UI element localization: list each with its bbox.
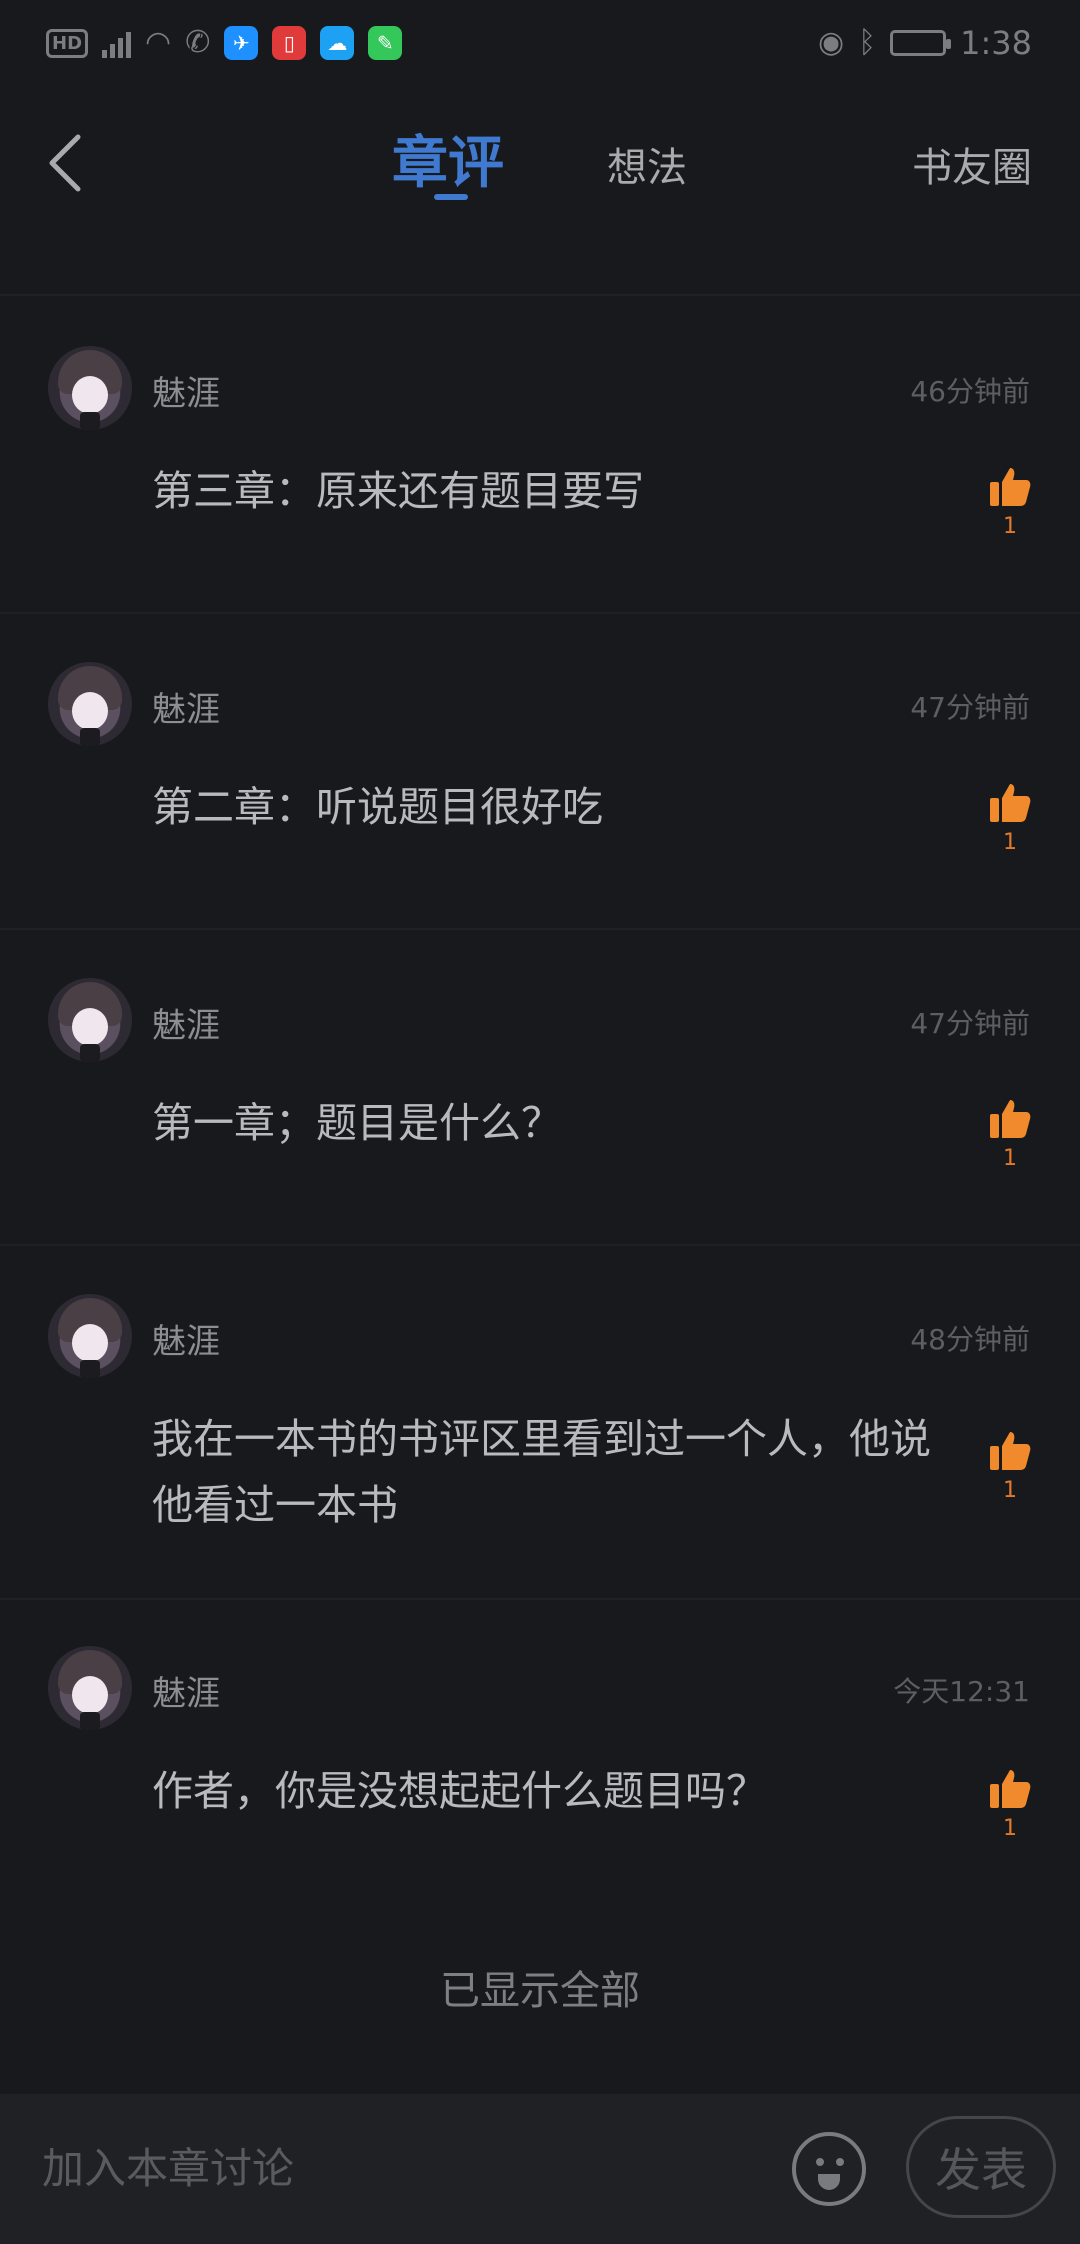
comment-text[interactable]: 第三章：原来还有题目要写 (152, 458, 962, 524)
wifi-icon: ◠ (145, 25, 172, 60)
app-icon-cloud: ☁ (320, 26, 355, 60)
post-button[interactable]: 发表 (906, 2116, 1056, 2218)
comment-item: 魅涯 47分钟前 第二章：听说题目很好吃 1 (0, 612, 1080, 928)
like-count: 1 (1003, 514, 1017, 539)
thumbs-up-icon (990, 1100, 1031, 1138)
comment-username[interactable]: 魅涯 (152, 366, 220, 415)
comment-text[interactable]: 作者，你是没想起起什么题目吗？ (152, 1758, 962, 1824)
back-arrow-icon (49, 134, 81, 192)
comment-text[interactable]: 第二章：听说题目很好吃 (152, 774, 962, 840)
eye-comfort-icon: ◉ (817, 25, 845, 60)
comment-time: 47分钟前 (910, 1007, 1030, 1040)
book-friends-link[interactable]: 书友圈 (912, 130, 1032, 206)
active-tab-indicator (434, 194, 468, 200)
comment-username[interactable]: 魅涯 (152, 1666, 220, 1715)
header: 章评 想法 书友圈 (0, 86, 1080, 292)
status-time: 1:38 (960, 24, 1032, 62)
back-button[interactable] (36, 124, 92, 202)
like-button[interactable]: 1 (986, 1768, 1034, 1841)
avatar[interactable] (48, 1294, 132, 1378)
discussion-input[interactable]: 加入本章讨论 (42, 2134, 742, 2204)
comment-username[interactable]: 魅涯 (152, 682, 220, 731)
comment-username[interactable]: 魅涯 (152, 998, 220, 1047)
thumbs-up-icon (990, 468, 1031, 506)
bottom-bar: 加入本章讨论 发表 (0, 2094, 1080, 2244)
like-count: 1 (1003, 830, 1017, 855)
comment-time: 48分钟前 (910, 1323, 1030, 1356)
comment-time: 今天12:31 (893, 1675, 1030, 1708)
comment-time: 47分钟前 (910, 691, 1030, 724)
comment-item: 魅涯 48分钟前 我在一本书的书评区里看到过一个人，他说他看过一本书 1 (0, 1244, 1080, 1598)
like-button[interactable]: 1 (986, 1098, 1034, 1171)
avatar[interactable] (48, 346, 132, 430)
avatar[interactable] (48, 1646, 132, 1730)
app-icon-green-broom: ✎ (368, 26, 403, 60)
missed-call-icon: ✆ (185, 25, 211, 60)
status-bar: HD ◠ ✆ ✈ ▯ ☁ ✎ ◉ ᛒ 1:38 (0, 0, 1080, 86)
bluetooth-icon: ᛒ (858, 25, 877, 60)
thumbs-up-icon (990, 1432, 1031, 1470)
comment-item: 魅涯 47分钟前 第一章；题目是什么？ 1 (0, 928, 1080, 1244)
all-shown-label: 已显示全部 (440, 1968, 640, 2014)
like-button[interactable]: 1 (986, 1430, 1034, 1503)
comment-username[interactable]: 魅涯 (152, 1314, 220, 1363)
like-count: 1 (1003, 1146, 1017, 1171)
app-icon-blue-plane: ✈ (224, 26, 259, 60)
avatar[interactable] (48, 662, 132, 746)
comment-item: 魅涯 46分钟前 第三章：原来还有题目要写 1 (0, 294, 1080, 612)
app-icon-red-book: ▯ (272, 26, 307, 60)
hd-indicator: HD (46, 28, 89, 58)
like-count: 1 (1003, 1478, 1017, 1503)
like-button[interactable]: 1 (986, 466, 1034, 539)
signal-icon (102, 28, 132, 58)
tab-thoughts[interactable]: 想法 (607, 130, 687, 206)
comment-item: 魅涯 今天12:31 作者，你是没想起起什么题目吗？ 1 (0, 1598, 1080, 1916)
battery-icon (890, 30, 952, 56)
status-right: ◉ ᛒ 1:38 (818, 24, 1032, 62)
thumbs-up-icon (990, 784, 1031, 822)
comment-text[interactable]: 我在一本书的书评区里看到过一个人，他说他看过一本书 (152, 1406, 962, 1538)
like-button[interactable]: 1 (986, 782, 1034, 855)
avatar[interactable] (48, 978, 132, 1062)
like-count: 1 (1003, 1816, 1017, 1841)
tab-chapter-review[interactable]: 章评 (392, 126, 504, 202)
thumbs-up-icon (990, 1770, 1031, 1808)
emoji-button[interactable] (792, 2132, 866, 2206)
status-left: HD ◠ ✆ ✈ ▯ ☁ ✎ (46, 25, 403, 60)
comment-time: 46分钟前 (910, 375, 1030, 408)
comment-text[interactable]: 第一章；题目是什么？ (152, 1090, 962, 1156)
